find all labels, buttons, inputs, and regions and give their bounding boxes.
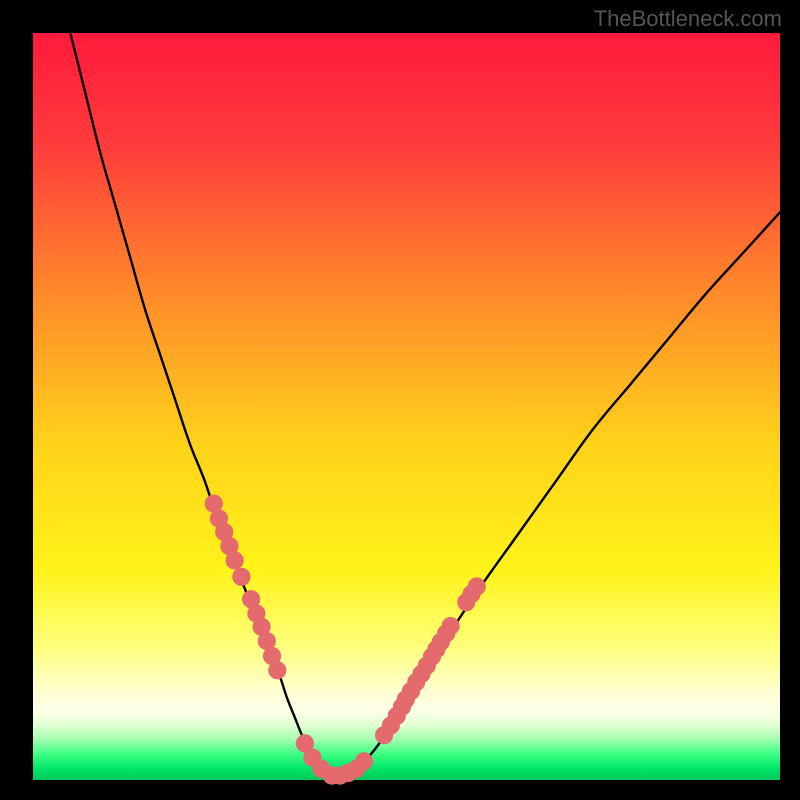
highlight-dot: [442, 618, 459, 635]
curve-layer: [33, 33, 780, 780]
chart-stage: TheBottleneck.com: [0, 0, 800, 800]
highlight-dot: [226, 552, 243, 569]
highlight-dots: [205, 495, 485, 784]
highlight-dot: [355, 753, 372, 770]
highlight-dot: [233, 568, 250, 585]
highlight-dot: [269, 662, 286, 679]
plot-area: [33, 33, 780, 780]
watermark-text: TheBottleneck.com: [594, 6, 782, 32]
highlight-dot: [468, 578, 485, 595]
